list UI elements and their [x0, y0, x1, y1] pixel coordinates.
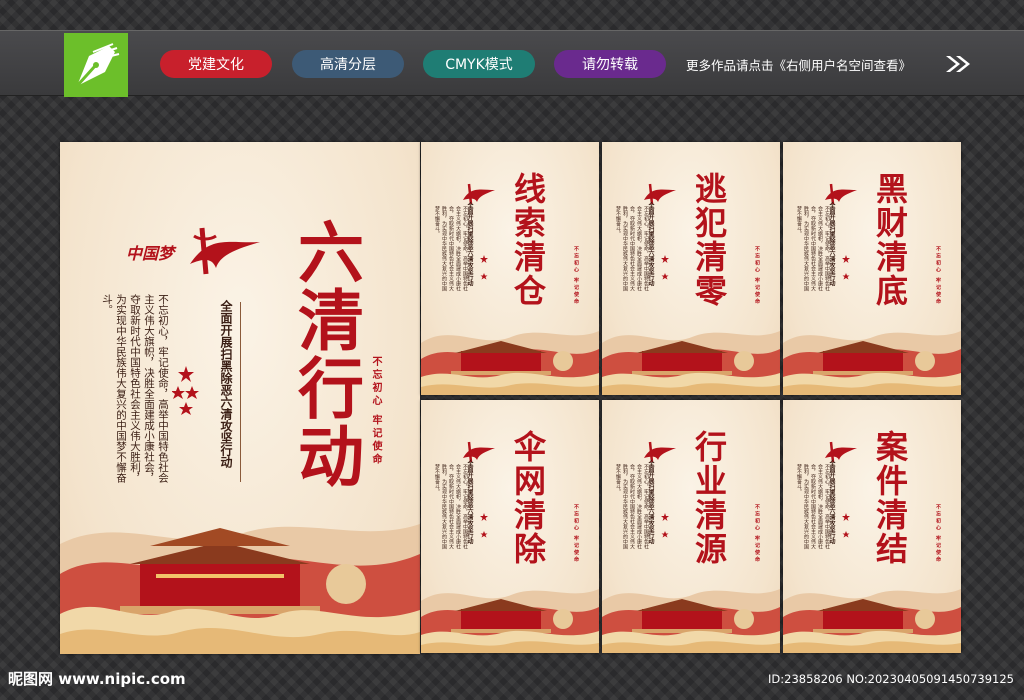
more-works-link[interactable]: 更多作品请点击《右侧用户名空间查看》 [686, 55, 911, 74]
tag-hd-layers[interactable]: 高清分层 [292, 50, 404, 78]
tag-party-culture[interactable]: 党建文化 [160, 50, 272, 78]
stars-icon [661, 513, 669, 538]
palace-cloud-scene [60, 524, 420, 654]
china-dream-mark-text: 中国梦 [126, 244, 175, 263]
image-id-watermark: ID:23858206 NO:20230405091450739125 [768, 672, 1014, 686]
panel-6: 不忘初心，牢记使命，高举中国特色社会主义伟大旗帜，决胜全面建成小康社会，夺取新时… [783, 400, 961, 653]
panel-title: 行业清源 [690, 430, 728, 566]
panel-seal-text: 不忘初心 牢记使命 [935, 246, 941, 306]
panel-seal-text: 不忘初心 牢记使命 [754, 504, 760, 564]
panel-title: 线索清仓 [509, 172, 547, 308]
tag-no-repost[interactable]: 请勿转载 [554, 50, 666, 78]
panel-body-text: 不忘初心，牢记使命，高举中国特色社会主义伟大旗帜，决胜全面建成小康社会，夺取新时… [615, 464, 649, 549]
main-subtitle: 全面开展扫黑除恶六清攻坚行动 [219, 300, 233, 468]
panel-subtitle: 全面开展扫黑除恶六清攻坚行动 [647, 202, 654, 286]
panel-seal-text: 不忘初心 牢记使命 [935, 504, 941, 564]
site-logo[interactable] [64, 33, 128, 97]
panel-body-text: 不忘初心，牢记使命，高举中国特色社会主义伟大旗帜，决胜全面建成小康社会，夺取新时… [796, 464, 830, 549]
panel-seal-text: 不忘初心 牢记使命 [573, 504, 579, 564]
main-seal-text: 不忘初心 牢记使命 [370, 356, 381, 467]
main-body-text: 不忘初心，牢记使命，高举中国特色社会主义伟大旗帜，决胜全面建成小康社会，夺取新时… [101, 294, 169, 483]
main-title: 六清行动 [287, 218, 365, 490]
panel-5: 不忘初心，牢记使命，高举中国特色社会主义伟大旗帜，决胜全面建成小康社会，夺取新时… [602, 400, 780, 653]
panel-3: 不忘初心，牢记使命，高举中国特色社会主义伟大旗帜，决胜全面建成小康社会，夺取新时… [783, 142, 961, 395]
panel-4: 不忘初心，牢记使命，高举中国特色社会主义伟大旗帜，决胜全面建成小康社会，夺取新时… [421, 400, 599, 653]
panel-body-text: 不忘初心，牢记使命，高举中国特色社会主义伟大旗帜，决胜全面建成小康社会，夺取新时… [434, 464, 468, 549]
palace-cloud-scene [783, 589, 961, 653]
stars-icon [172, 366, 199, 415]
divider-line [240, 302, 241, 482]
stars-icon [480, 513, 488, 538]
site-watermark: 昵图网 www.nipic.com [8, 670, 186, 688]
panel-subtitle: 全面开展扫黑除恶六清攻坚行动 [466, 460, 473, 544]
stars-icon [842, 255, 850, 280]
panel-subtitle: 全面开展扫黑除恶六清攻坚行动 [647, 460, 654, 544]
pen-nib-icon [75, 43, 120, 88]
panel-body-text: 不忘初心，牢记使命，高举中国特色社会主义伟大旗帜，决胜全面建成小康社会，夺取新时… [796, 206, 830, 291]
panel-subtitle: 全面开展扫黑除恶六清攻坚行动 [828, 460, 835, 544]
panel-subtitle: 全面开展扫黑除恶六清攻坚行动 [466, 202, 473, 286]
palace-cloud-scene [783, 331, 961, 395]
stars-icon [842, 513, 850, 538]
stars-icon [661, 255, 669, 280]
panel-title: 伞网清除 [509, 430, 547, 566]
panel-title: 逃犯清零 [690, 172, 728, 308]
panel-title: 黑财清底 [871, 172, 909, 308]
palace-cloud-scene [602, 331, 780, 395]
panel-body-text: 不忘初心，牢记使命，高举中国特色社会主义伟大旗帜，决胜全面建成小康社会，夺取新时… [434, 206, 468, 291]
panel-1: 不忘初心，牢记使命，高举中国特色社会主义伟大旗帜，决胜全面建成小康社会，夺取新时… [421, 142, 599, 395]
double-arrow-icon[interactable] [944, 54, 972, 74]
panel-seal-text: 不忘初心 牢记使命 [573, 246, 579, 306]
palace-cloud-scene [602, 589, 780, 653]
main-poster: 中国梦 不忘初心，牢记使命，高举中国特色社会主义伟大旗帜，决胜全面建成小康社会，… [60, 142, 420, 654]
tag-cmyk-mode[interactable]: CMYK模式 [423, 50, 535, 78]
panel-seal-text: 不忘初心 牢记使命 [754, 246, 760, 306]
stars-icon [480, 255, 488, 280]
palace-cloud-scene [421, 589, 599, 653]
panel-title: 案件清结 [871, 430, 909, 566]
palace-cloud-scene [421, 331, 599, 395]
panel-subtitle: 全面开展扫黑除恶六清攻坚行动 [828, 202, 835, 286]
panel-2: 不忘初心，牢记使命，高举中国特色社会主义伟大旗帜，决胜全面建成小康社会，夺取新时… [602, 142, 780, 395]
panel-body-text: 不忘初心，牢记使命，高举中国特色社会主义伟大旗帜，决胜全面建成小康社会，夺取新时… [615, 206, 649, 291]
